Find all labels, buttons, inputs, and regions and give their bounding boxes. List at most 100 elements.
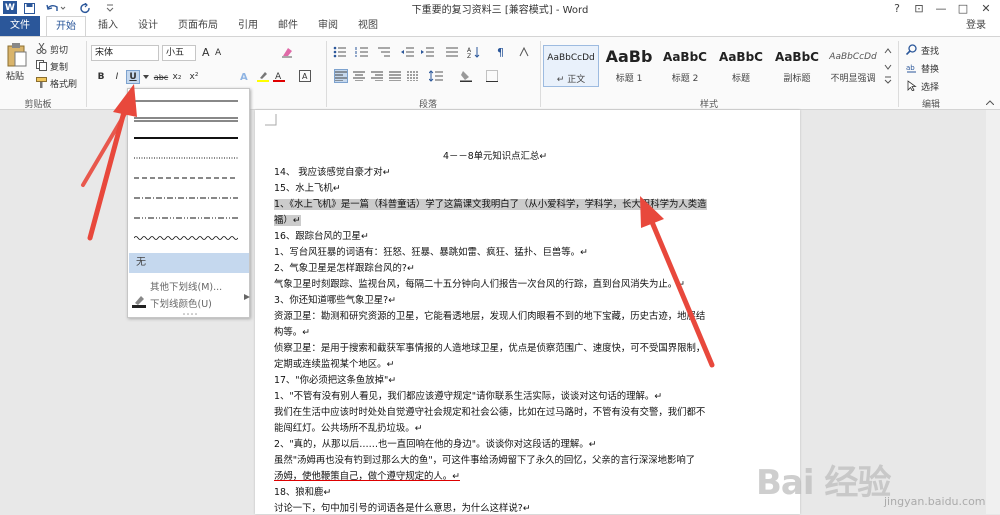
tab-page-layout[interactable]: 页面布局 xyxy=(170,16,226,36)
doc-line[interactable]: 气象卫星时刻跟踪、监视台风，每隔二十五分钟向人们报告一次台风的行踪，直到台风消失… xyxy=(274,278,714,291)
cut-label[interactable]: 剪切 xyxy=(50,43,68,56)
strikethrough-button[interactable]: abc xyxy=(154,71,168,83)
numbering-icon[interactable] xyxy=(354,45,370,59)
ribbon-display-options-button[interactable]: ⊡ xyxy=(908,0,930,16)
find-icon[interactable] xyxy=(904,43,918,55)
paste-icon[interactable] xyxy=(4,41,30,69)
find-label[interactable]: 查找 xyxy=(921,44,939,57)
select-icon[interactable] xyxy=(904,79,918,91)
italic-button[interactable]: I xyxy=(112,71,122,83)
doc-line[interactable]: 讨论一下，句中加引号的词语各是什么意思，为什么这样说?↵ xyxy=(274,502,714,515)
vertical-scrollbar[interactable] xyxy=(986,110,1000,514)
style-heading-1[interactable]: AaBb 标题 1 xyxy=(601,45,657,87)
underline-dashed-option[interactable] xyxy=(134,176,238,180)
doc-line[interactable]: 2、气象卫星是怎样跟踪台风的?↵ xyxy=(274,262,714,275)
close-button[interactable]: ✕ xyxy=(975,0,997,16)
underline-none-option[interactable]: 无 xyxy=(129,253,249,273)
collapse-ribbon-icon[interactable] xyxy=(984,97,996,107)
character-border-icon[interactable]: A xyxy=(298,69,312,83)
doc-line[interactable]: 资源卫星：勘测和研究资源的卫星，它能看透地层，发现人们肉眼看不到的地下宝藏，历史… xyxy=(274,310,714,323)
multilevel-list-icon[interactable] xyxy=(376,45,392,59)
tab-insert[interactable]: 插入 xyxy=(90,16,126,36)
grow-font-icon[interactable]: A xyxy=(202,46,210,59)
underline-dropdown-arrow-icon[interactable] xyxy=(142,71,150,83)
redo-icon[interactable] xyxy=(78,1,94,15)
format-painter-icon[interactable] xyxy=(34,76,48,88)
doc-line[interactable]: 定期或连续监视某个地区。↵ xyxy=(274,358,714,371)
doc-line[interactable]: 1、"不管有没有别人看见，我们都应该遵守规定"请你联系生活实际，谈谈对这句话的理… xyxy=(274,390,714,403)
font-size-box[interactable]: 小五 xyxy=(162,45,196,61)
tab-design[interactable]: 设计 xyxy=(130,16,166,36)
clear-formatting-icon[interactable] xyxy=(280,45,294,59)
copy-icon[interactable] xyxy=(34,59,48,71)
sort-icon[interactable]: AZ xyxy=(466,45,482,59)
restore-button[interactable]: □ xyxy=(952,0,974,16)
font-color-icon[interactable]: A xyxy=(272,69,286,83)
doc-line[interactable]: 构等。↵ xyxy=(274,326,714,339)
underline-wavy-option[interactable] xyxy=(134,235,238,241)
doc-line[interactable]: 我们在生活中应该时时处处自觉遵守社会规定和社会公德，比如在过马路时，不管有没有交… xyxy=(274,406,714,419)
styles-scroll-icon[interactable] xyxy=(882,43,894,87)
underline-single-option[interactable] xyxy=(134,99,238,103)
underline-color-option[interactable]: 下划线颜色(U) xyxy=(150,296,212,310)
tab-review[interactable]: 审阅 xyxy=(310,16,346,36)
tab-file[interactable]: 文件 xyxy=(0,16,40,36)
distributed-icon[interactable] xyxy=(406,69,420,83)
doc-heading[interactable]: 4－－8单元知识点汇总↵ xyxy=(443,150,883,163)
style-subtitle[interactable]: AaBbC 副标题 xyxy=(769,45,825,87)
login-link[interactable]: 登录 xyxy=(966,16,986,36)
underline-double-option[interactable] xyxy=(134,117,238,123)
more-underlines-option[interactable]: 其他下划线(M)... xyxy=(150,279,222,293)
doc-line[interactable]: 16、跟踪台风的卫星↵ xyxy=(274,230,714,243)
underline-dash-dot-option[interactable] xyxy=(134,196,238,200)
shading-icon[interactable] xyxy=(458,69,474,83)
tab-mailings[interactable]: 邮件 xyxy=(270,16,306,36)
doc-line[interactable]: 虽然"汤姆再也没有钓到过那么大的鱼"，可这件事给汤姆留下了永久的回忆，父亲的言行… xyxy=(274,454,714,467)
increase-indent-icon[interactable] xyxy=(420,45,436,59)
font-name-box[interactable]: 宋体 xyxy=(91,45,159,61)
asian-layout-icon[interactable] xyxy=(516,45,532,59)
doc-line[interactable]: 3、你还知道哪些气象卫星?↵ xyxy=(274,294,714,307)
selected-doc-line[interactable]: 福）↵ xyxy=(274,215,301,226)
document-page[interactable]: 4－－8单元知识点汇总↵ 14、 我应该感觉自豪才对↵ 15、水上飞机↵ 1、《… xyxy=(255,110,800,514)
help-button[interactable]: ? xyxy=(886,0,908,16)
paste-label[interactable]: 粘贴 xyxy=(6,69,24,82)
doc-line[interactable]: 1、写台风狂暴的词语有：狂怒、狂暴、暴跳如雷、疯狂、猛扑、巨兽等。↵ xyxy=(274,246,714,259)
format-painter-label[interactable]: 格式刷 xyxy=(50,77,77,90)
doc-line[interactable]: 17、"你必须把这条鱼放掉"↵ xyxy=(274,374,714,387)
doc-line[interactable]: 汤姆，使他鞭策自己，做个遵守规定的人。↵ xyxy=(274,470,714,483)
doc-line[interactable]: 14、 我应该感觉自豪才对↵ xyxy=(274,166,714,179)
line-spacing-icon[interactable] xyxy=(428,69,444,83)
show-hide-marks-icon[interactable]: ¶ xyxy=(494,45,510,59)
doc-line[interactable]: 15、水上飞机↵ xyxy=(274,182,714,195)
tab-home[interactable]: 开始 xyxy=(46,16,86,36)
text-effects-icon[interactable]: A xyxy=(238,69,252,83)
undo-icon[interactable] xyxy=(44,1,68,15)
decrease-indent-icon[interactable] xyxy=(400,45,416,59)
style-title[interactable]: AaBbC 标题 xyxy=(713,45,769,87)
replace-icon[interactable]: ab xyxy=(904,61,918,73)
underline-dash-dot-dot-option[interactable] xyxy=(134,216,238,220)
superscript-button[interactable]: x² xyxy=(188,71,200,83)
chinese-layout-icon[interactable] xyxy=(444,45,460,59)
minimize-button[interactable]: — xyxy=(930,0,952,16)
tab-references[interactable]: 引用 xyxy=(230,16,266,36)
style-subtle-emphasis[interactable]: AaBbCcDd 不明显强调 xyxy=(825,45,881,87)
justify-icon[interactable] xyxy=(388,69,402,83)
bullets-icon[interactable] xyxy=(332,45,348,59)
doc-line[interactable]: 18、狼和鹿↵ xyxy=(274,486,714,499)
doc-line[interactable]: 2、"真的，从那以后……也一直回响在他的身边"。谈谈你对这段话的理解。↵ xyxy=(274,438,714,451)
align-left-icon[interactable] xyxy=(334,69,348,83)
tab-view[interactable]: 视图 xyxy=(350,16,386,36)
customize-qat-icon[interactable] xyxy=(104,1,116,15)
highlight-color-icon[interactable] xyxy=(256,69,270,83)
underline-dotted-option[interactable] xyxy=(134,156,238,160)
save-icon[interactable] xyxy=(22,1,36,15)
doc-line[interactable]: 能闯红灯。公共场所不乱扔垃圾。↵ xyxy=(274,422,714,435)
selected-doc-line[interactable]: 1、《水上飞机》是一篇（科普童话）学了这篇课文我明白了（从小爱科学，学科学，长大… xyxy=(274,199,707,210)
replace-label[interactable]: 替换 xyxy=(921,62,939,75)
doc-line[interactable]: 侦察卫星：是用于搜索和截获军事情报的人造地球卫星，优点是侦察范围广、速度快，可不… xyxy=(274,342,714,355)
shrink-font-icon[interactable]: A xyxy=(215,48,221,58)
subscript-button[interactable]: x₂ xyxy=(171,71,183,83)
style-heading-2[interactable]: AaBbC 标题 2 xyxy=(657,45,713,87)
